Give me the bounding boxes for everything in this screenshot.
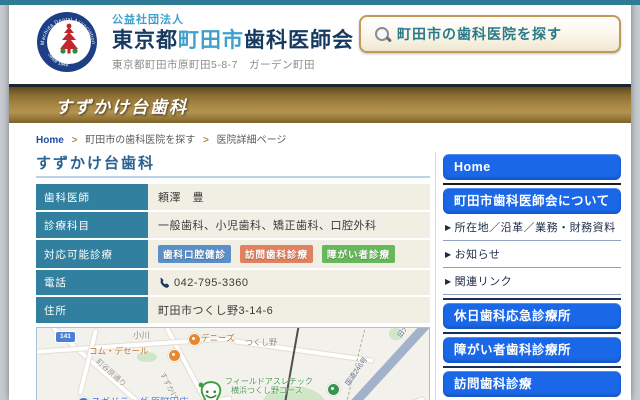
sidebar-item-home-visit-dental[interactable]: 訪問歯科診療 (443, 371, 621, 397)
sidebar-item-related-links[interactable]: ▶ 関連リンク (443, 268, 621, 295)
row-value: 042-795-3360 (148, 270, 430, 295)
breadcrumb-separator: > (203, 135, 209, 146)
map-label-comme-dessert: コム・デセール (89, 345, 149, 357)
triangle-arrow-icon: ▶ (445, 277, 452, 286)
sidebar-item-disability-dental-clinic[interactable]: 障がい者歯科診療所 (443, 337, 621, 363)
service-badge-oral-checkup: 歯科口腔健診 (158, 245, 231, 263)
row-value: 歯科口腔健診 訪問歯科診療 障がい者診療 (148, 240, 430, 268)
triangle-arrow-icon: ▶ (445, 250, 452, 259)
top-accent-bar (0, 0, 640, 5)
row-label: 住所 (36, 297, 148, 323)
sidebar-link-label: 関連リンク (455, 273, 513, 289)
logo-badge-icon: Machida Dental Association Since 1948 (36, 11, 98, 73)
map-label-ogawa: 小川 (133, 329, 150, 341)
sidebar-divider (443, 332, 621, 334)
row-value: 一般歯科、小児歯科、矯正歯科、口腔外科 (148, 212, 430, 238)
map-label-athletic-line1: フィールドアスレチック (225, 377, 313, 386)
page-title-banner: すずかけ台歯科 (9, 84, 631, 123)
breadcrumb-search-link[interactable]: 町田市の歯科医院を探す (85, 135, 195, 146)
breadcrumb-current-page: 医院詳細ページ (217, 135, 287, 146)
sidebar-item-home[interactable]: Home (443, 154, 621, 180)
table-row-departments: 診療科目 一般歯科、小児歯科、矯正歯科、口腔外科 (36, 212, 430, 238)
breadcrumb: Home > 町田市の歯科医院を探す > 医院詳細ページ (9, 123, 631, 152)
sidebar-item-holiday-emergency-clinic[interactable]: 休日歯科応急診療所 (443, 303, 621, 329)
sidebar-item-location-history[interactable]: ▶ 所在地／沿革／業務・財務資料 (443, 214, 621, 241)
restaurant-poi-icon (168, 349, 181, 362)
clinic-tooth-marker-icon[interactable] (197, 380, 225, 400)
map-road (336, 396, 425, 400)
find-dentist-button[interactable]: 町田市の歯科医院を探す (359, 15, 621, 53)
row-label: 診療科目 (36, 212, 148, 238)
clinic-location-map[interactable]: 141 小川 デニーズ コム・デセール つくし野 町谷原通り すずかけ大通り ス… (36, 327, 430, 400)
content-area: すずかけ台歯科 歯科医師 頼澤 豊 診療科目 一般歯科、小児歯科、矯正歯科、口腔… (9, 152, 631, 400)
map-label-tsukushino: つくし野 (245, 337, 277, 348)
breadcrumb-home-link[interactable]: Home (36, 135, 64, 146)
sidebar-divider (443, 298, 621, 300)
search-icon (375, 27, 390, 42)
org-address: 東京都町田市原町田5-8-7 ガーデン町田 (112, 57, 354, 72)
row-value: 頼澤 豊 (148, 184, 430, 210)
sidebar-divider (443, 183, 621, 185)
site-header: Machida Dental Association Since 1948 公益… (9, 0, 631, 84)
park-poi-icon (327, 383, 340, 396)
map-label-sugi-drug: スギドラッグ 原町田店 (91, 394, 189, 400)
clinic-name-heading: すずかけ台歯科 (36, 152, 430, 178)
org-name: 東京都町田市歯科医師会 (112, 28, 354, 53)
phone-icon (158, 277, 169, 288)
map-route-shield: 141 (55, 331, 76, 343)
page-container: Machida Dental Association Since 1948 公益… (9, 0, 631, 400)
row-value: 町田市つくし野3-14-6 (148, 297, 430, 323)
restaurant-poi-icon (188, 333, 201, 346)
table-row-dentist: 歯科医師 頼澤 豊 (36, 184, 430, 210)
service-badge-disability-care: 障がい者診療 (322, 245, 395, 263)
service-badge-home-visit: 訪問歯科診療 (240, 245, 313, 263)
table-row-address: 住所 町田市つくし野3-14-6 (36, 297, 430, 323)
sidebar-divider (443, 366, 621, 368)
sidebar-link-label: 所在地／沿革／業務・財務資料 (455, 219, 616, 235)
find-dentist-button-label: 町田市の歯科医院を探す (397, 24, 562, 44)
map-label-dennys: デニーズ (201, 332, 235, 344)
breadcrumb-separator: > (72, 135, 78, 146)
table-row-services: 対応可能診療 歯科口腔健診 訪問歯科診療 障がい者診療 (36, 240, 430, 268)
triangle-arrow-icon: ▶ (445, 223, 452, 232)
sidebar-item-about-association[interactable]: 町田市歯科医師会について (443, 188, 621, 214)
association-logo: Machida Dental Association Since 1948 (36, 11, 98, 73)
map-label-athletic-line2: 横浜つくし野コース (231, 386, 303, 395)
row-label: 電話 (36, 270, 148, 295)
phone-number: 042-795-3360 (174, 277, 249, 289)
table-row-phone: 電話 042-795-3360 (36, 270, 430, 295)
org-identity: 公益社団法人 東京都町田市歯科医師会 東京都町田市原町田5-8-7 ガーデン町田 (112, 11, 354, 72)
sidebar-item-news[interactable]: ▶ お知らせ (443, 241, 621, 268)
sidebar-link-label: お知らせ (455, 246, 501, 262)
org-type: 公益社団法人 (112, 11, 354, 27)
row-label: 対応可能診療 (36, 240, 148, 268)
clinic-detail-panel: すずかけ台歯科 歯科医師 頼澤 豊 診療科目 一般歯科、小児歯科、矯正歯科、口腔… (36, 152, 430, 400)
row-label: 歯科医師 (36, 184, 148, 210)
sidebar-nav: Home 町田市歯科医師会について ▶ 所在地／沿革／業務・財務資料 ▶ お知ら… (435, 152, 621, 400)
page-title: すずかけ台歯科 (55, 93, 188, 118)
